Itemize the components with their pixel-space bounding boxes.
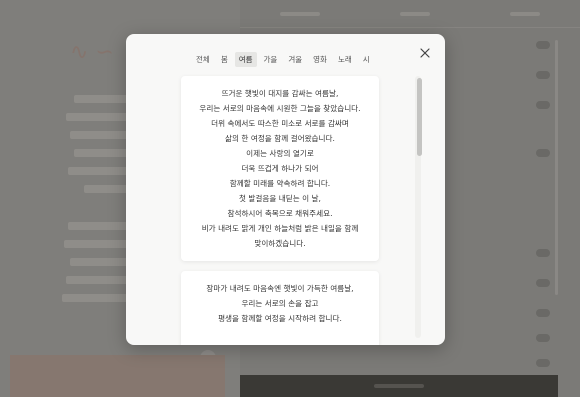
template-line: 우리는 서로의 손을 잡고 [241,299,319,308]
background-scrollbar [555,40,558,295]
scrollbar-thumb[interactable] [417,78,422,156]
background-footer-button [240,375,558,397]
template-line: 함께할 미래를 약속하려 합니다. [229,179,331,188]
template-card[interactable]: 장마가 내려도 마음속엔 햇빛이 가득한 여름날, 우리는 서로의 손을 잡고 … [181,271,379,345]
tab-autumn[interactable]: 가을 [260,52,282,67]
tab-summer[interactable]: 여름 [234,52,257,67]
template-line: 더위 속에서도 따스한 미소로 서로를 감싸며 [211,119,349,128]
tab-spring[interactable]: 봄 [217,52,232,67]
template-line: 장마가 내려도 마음속엔 햇빛이 가득한 여름날, [206,284,354,293]
template-list: 뜨거운 햇빛이 대지를 감싸는 여름날, 우리는 서로의 마음속에 시원한 그늘… [126,74,445,345]
tab-all[interactable]: 전체 [192,52,214,67]
template-line: 맞이하겠습니다. [254,239,306,248]
template-line: 삶의 한 여정을 함께 걸어왔습니다. [225,134,335,143]
template-line: 비가 내려도 맑게 개인 하늘처럼 밝은 내일을 함께 [201,224,359,233]
background-tabs [240,0,580,28]
template-line: 첫 발걸음을 내딛는 이 날, [239,194,321,203]
template-line: 이제는 사랑의 열기로 [246,149,314,158]
category-tabs: 전체 봄 여름 가을 겨울 영화 노래 시 [192,52,377,68]
template-card[interactable]: 뜨거운 햇빛이 대지를 감싸는 여름날, 우리는 서로의 마음속에 시원한 그늘… [181,76,379,261]
template-line: 참석하시어 축복으로 채워주세요. [227,209,333,218]
background-decoration: ∿ ∽ [70,40,114,65]
template-line: 우리는 서로의 마음속에 시원한 그늘을 찾았습니다. [199,104,361,113]
tab-winter[interactable]: 겨울 [284,52,306,67]
tab-movie[interactable]: 영화 [309,52,331,67]
close-icon [420,48,430,58]
template-line: 뜨거운 햇빛이 대지를 감싸는 여름날, [221,89,339,98]
template-line: 더욱 뜨겁게 하나가 되어 [241,164,319,173]
background-card [10,355,225,397]
tab-poem[interactable]: 시 [359,52,374,67]
close-button[interactable] [416,44,434,62]
template-line: 평생을 함께할 여정을 시작하려 합니다. [218,314,342,323]
background-row [250,350,550,376]
greeting-template-modal: 전체 봄 여름 가을 겨울 영화 노래 시 뜨거운 햇빛이 대지를 감싸는 여름… [126,34,445,345]
tab-song[interactable]: 노래 [334,52,356,67]
